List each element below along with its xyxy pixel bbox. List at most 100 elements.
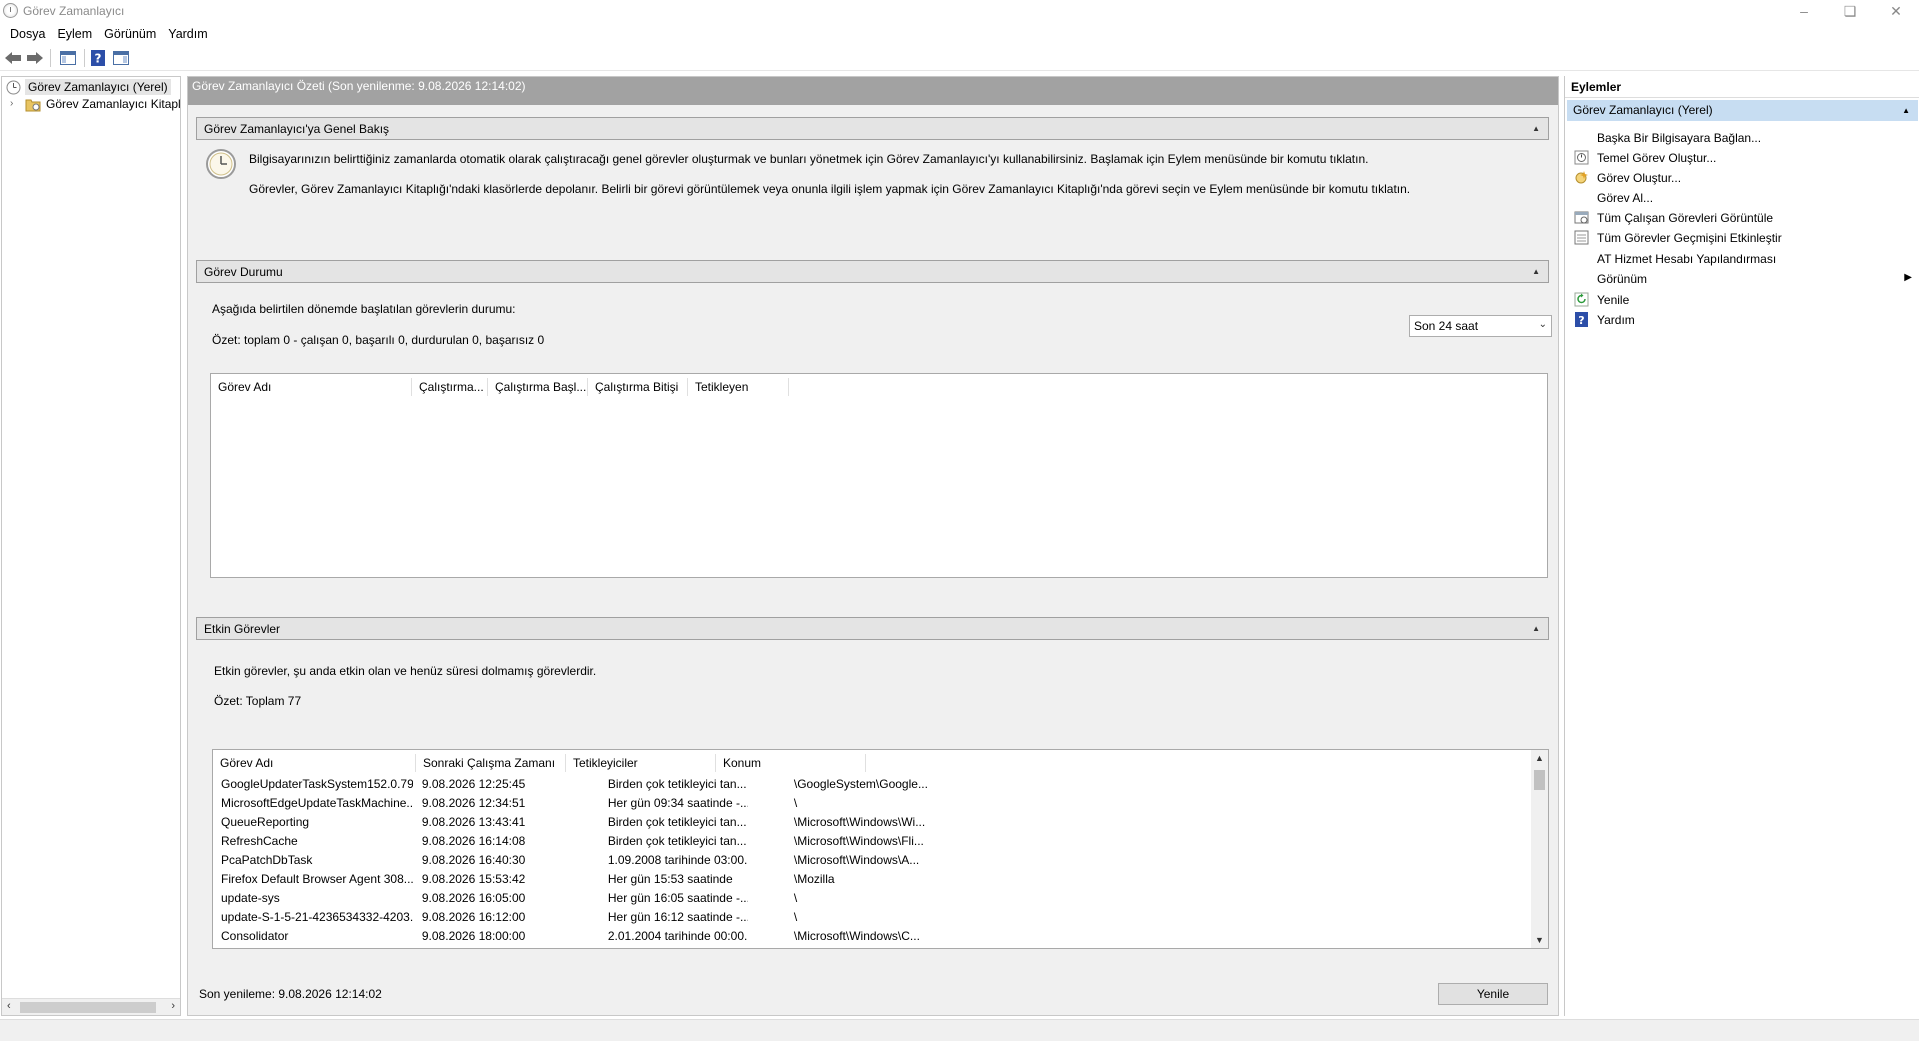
chevron-right-icon[interactable]: › — [10, 98, 13, 109]
table-cell: Consolidator — [221, 929, 289, 943]
table-cell: Birden çok tetikleyici tan... — [607, 815, 747, 829]
table-cell: \Microsoft\Windows\C... — [793, 929, 920, 943]
help-toolbar-button[interactable]: ? — [88, 48, 108, 68]
scroll-left-icon[interactable]: ‹ — [7, 1000, 11, 1012]
column-header[interactable]: Çalıştırma Bitişi — [588, 380, 678, 394]
overview-text-1: Bilgisayarınızın belirttiğiniz zamanlard… — [249, 152, 1369, 166]
table-cell: 9.08.2026 16:40:30 — [421, 853, 526, 867]
folder-icon — [25, 99, 41, 112]
table-cell: \Microsoft\Windows\Wi... — [793, 815, 926, 829]
action-item[interactable]: Başka Bir Bilgisayara Bağlan... — [1565, 127, 1919, 149]
table-cell: \ — [793, 910, 798, 924]
section-title: Görev Zamanlayıcı (Yerel) — [1573, 103, 1713, 117]
history-icon — [1574, 230, 1589, 245]
collapse-icon[interactable]: ▲ — [1902, 106, 1910, 115]
overview-text-2: Görevler, Görev Zamanlayıcı Kitaplığı'nd… — [249, 182, 1411, 196]
back-button[interactable] — [3, 48, 23, 68]
action-item[interactable]: AT Hizmet Hesabı Yapılandırması — [1565, 248, 1919, 270]
table-cell: update-sys — [221, 891, 280, 905]
action-item[interactable]: ? Yardım — [1565, 309, 1919, 331]
status-section-header[interactable]: Görev Durumu ▲ — [196, 260, 1549, 283]
table-cell: 1.09.2008 tarihinde 03:00... — [607, 853, 748, 867]
column-header[interactable]: Görev Adı — [211, 380, 271, 394]
table-row[interactable]: Firefox Default Browser Agent 308... 9.08… — [213, 870, 1533, 889]
show-hide-action-pane-button[interactable] — [111, 48, 131, 68]
table-row[interactable]: PcaPatchDbTask 9.08.2026 16:40:30 1.09.200… — [213, 851, 1533, 870]
collapse-icon[interactable]: ▲ — [1532, 267, 1540, 276]
forward-button[interactable] — [25, 48, 45, 68]
column-header[interactable]: Çalıştırma Başl... — [488, 380, 586, 394]
scroll-up-icon[interactable]: ▲ — [1535, 753, 1544, 763]
table-row[interactable]: RefreshCache 9.08.2026 16:14:08 Birden çok… — [213, 832, 1533, 851]
table-row[interactable]: update-sys 9.08.2026 16:05:00 Her gün 16:0… — [213, 889, 1533, 908]
action-label: Başka Bir Bilgisayara Bağlan... — [1597, 131, 1762, 145]
refresh-button[interactable]: Yenile — [1438, 983, 1548, 1005]
tree-item-label: Görev Zamanlayıcı (Yerel) — [25, 79, 171, 95]
table-row[interactable]: GoogleUpdaterTaskSystem152.0.79... 9.08.2… — [213, 775, 1533, 794]
menu-help[interactable]: Yardım — [162, 27, 213, 41]
action-item[interactable]: Görünüm ▶ — [1565, 268, 1919, 290]
chevron-down-icon: ⌄ — [1538, 319, 1547, 330]
table-cell: Her gün 09:34 saatinde -... — [607, 796, 748, 810]
help-icon: ? — [91, 50, 105, 66]
overview-section-header[interactable]: Görev Zamanlayıcı'ya Genel Bakış ▲ — [196, 117, 1549, 140]
collapse-icon[interactable]: ▲ — [1532, 124, 1540, 133]
action-item[interactable]: Tüm Görevler Geçmişini Etkinleştir — [1565, 227, 1919, 249]
section-title: Etkin Görevler — [204, 622, 281, 636]
menu-action[interactable]: Eylem — [51, 27, 98, 41]
active-section-body: Etkin görevler, şu anda etkin olan ve he… — [196, 640, 1549, 970]
column-header[interactable]: Konum — [716, 756, 761, 770]
table-row[interactable]: update-S-1-5-21-4236534332-4203... 9.08.2… — [213, 908, 1533, 927]
column-header[interactable]: Tetikleyen — [688, 380, 748, 394]
show-hide-console-tree-button[interactable] — [58, 48, 78, 68]
tree-item-label: Görev Zamanlayıcı Kitaplı — [46, 97, 181, 111]
period-select[interactable]: Son 24 saat ⌄ — [1409, 315, 1552, 337]
vertical-scrollbar[interactable]: ▲ ▼ — [1531, 750, 1548, 948]
actions-section-header[interactable]: Görev Zamanlayıcı (Yerel) ▲ — [1567, 100, 1918, 121]
table-cell: \Mozilla — [793, 872, 835, 886]
table-cell: MicrosoftEdgeUpdateTaskMachine... — [221, 796, 413, 810]
action-item[interactable]: Görev Al... — [1565, 187, 1919, 209]
table-cell: Her gün 16:05 saatinde -... — [607, 891, 748, 905]
horizontal-scrollbar[interactable]: ‹ › — [2, 998, 180, 1015]
restore-button[interactable]: ❏ — [1827, 0, 1873, 22]
close-button[interactable]: ✕ — [1873, 0, 1919, 22]
active-section-header[interactable]: Etkin Görevler ▲ — [196, 617, 1549, 640]
table-row[interactable]: MicrosoftEdgeUpdateTaskMachine... 9.08.20… — [213, 794, 1533, 813]
menu-view[interactable]: Görünüm — [98, 27, 162, 41]
scroll-down-icon[interactable]: ▼ — [1535, 935, 1544, 945]
column-header[interactable]: Tetikleyiciler — [566, 756, 638, 770]
table-cell: 2.01.2004 tarihinde 00:00... — [607, 929, 748, 943]
table-row[interactable]: Consolidator 9.08.2026 18:00:00 2.01.2004 … — [213, 927, 1533, 946]
action-item[interactable]: Temel Görev Oluştur... — [1565, 147, 1919, 169]
running-tasks-icon — [1574, 210, 1589, 225]
action-label: Tüm Çalışan Görevleri Görüntüle — [1597, 211, 1774, 225]
table-cell: \ — [793, 891, 798, 905]
column-header[interactable]: Çalıştırma... — [412, 380, 484, 394]
basic-task-icon — [1574, 150, 1589, 165]
refresh-icon — [1574, 292, 1589, 307]
svg-text:?: ? — [95, 52, 102, 66]
scroll-right-icon[interactable]: › — [171, 1000, 175, 1012]
scroll-thumb[interactable] — [20, 1002, 156, 1013]
scroll-thumb[interactable] — [1534, 770, 1545, 790]
console-tree-icon — [60, 51, 76, 65]
action-label: Yenile — [1597, 293, 1630, 307]
column-header[interactable]: Görev Adı — [213, 756, 273, 770]
table-row[interactable]: QueueReporting 9.08.2026 13:43:41 Birden ç… — [213, 813, 1533, 832]
action-item[interactable]: Yenile — [1565, 289, 1919, 311]
table-cell: 9.08.2026 12:25:45 — [421, 777, 526, 791]
menu-bar: Dosya Eylem Görünüm Yardım — [0, 22, 1919, 45]
table-cell: 9.08.2026 13:43:41 — [421, 815, 526, 829]
collapse-icon[interactable]: ▲ — [1532, 624, 1540, 633]
column-header[interactable]: Sonraki Çalışma Zamanı — [416, 756, 555, 770]
action-item[interactable]: Tüm Çalışan Görevleri Görüntüle — [1565, 207, 1919, 229]
minimize-button[interactable]: – — [1781, 0, 1827, 22]
console-tree: Görev Zamanlayıcı (Yerel) › Görev Zamanl… — [1, 76, 181, 1016]
menu-file[interactable]: Dosya — [4, 27, 51, 41]
action-item[interactable]: Görev Oluştur... — [1565, 167, 1919, 189]
clock-icon — [206, 149, 236, 179]
section-title: Görev Durumu — [204, 265, 283, 279]
window-title: Görev Zamanlayıcı — [23, 4, 125, 18]
actions-header: Eylemler — [1565, 76, 1919, 98]
